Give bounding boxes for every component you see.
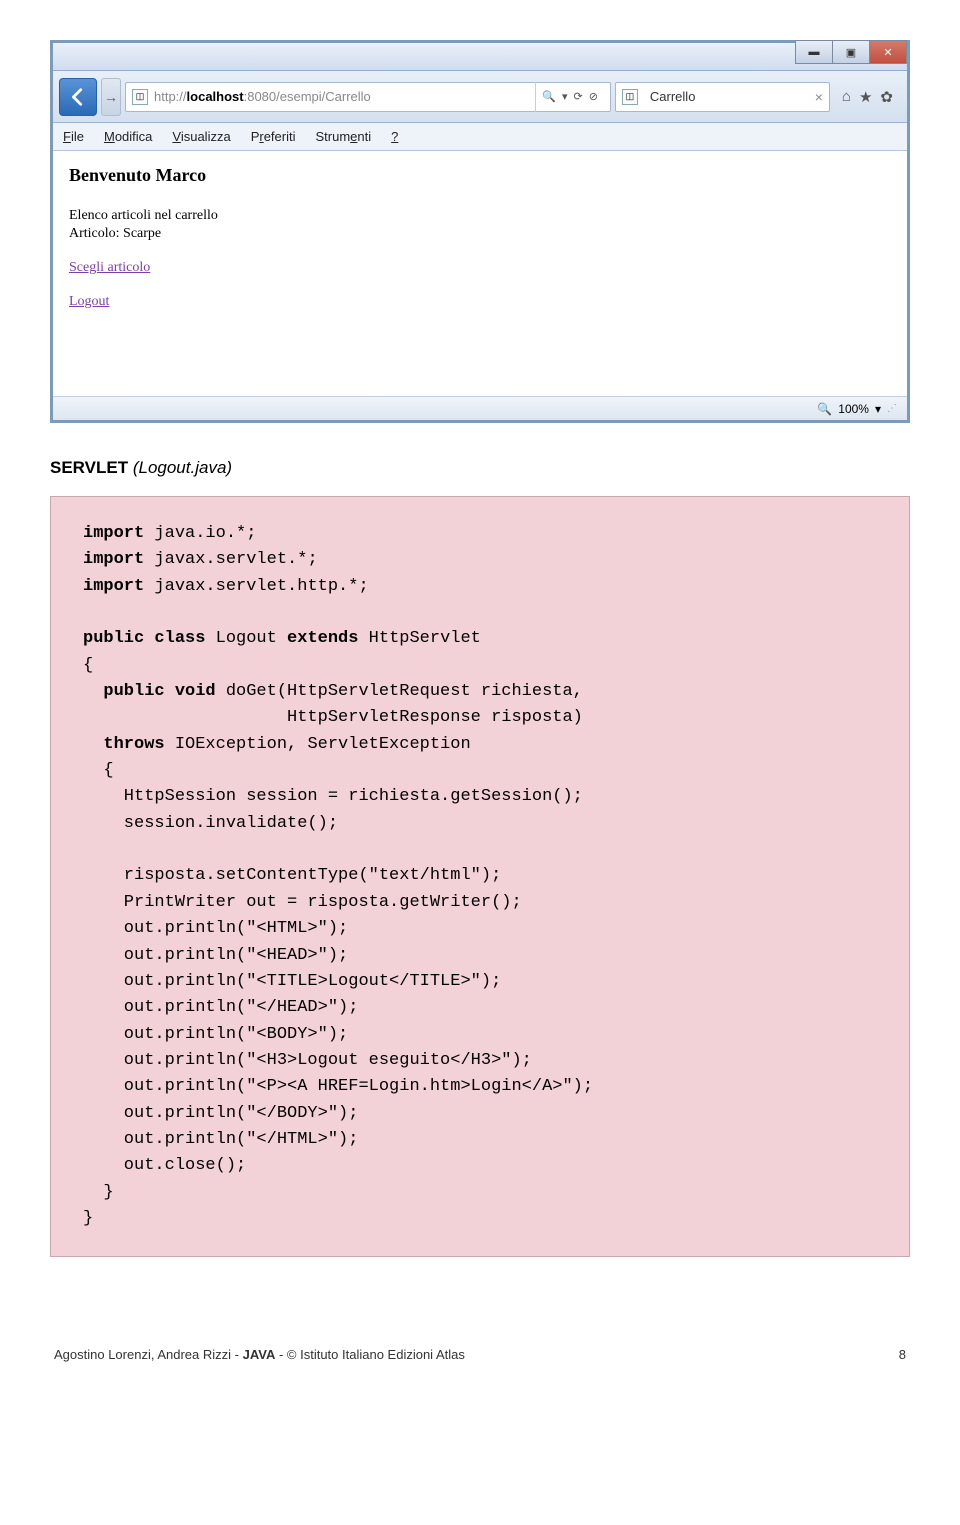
favorites-icon[interactable]: ★ [859,88,872,106]
tab-title: Carrello [650,89,809,104]
search-icon[interactable]: 🔍 [540,90,558,103]
menubar: File Modifica Visualizza Preferiti Strum… [53,123,907,151]
page-content: Benvenuto Marco Elenco articoli nel carr… [53,151,907,396]
tab-icon: ◫ [622,89,638,105]
cart-item: Articolo: Scarpe [69,226,891,242]
titlebar: ▬ ▣ ✕ [53,43,907,71]
dropdown-icon[interactable]: ▾ [560,90,570,103]
browser-window: ▬ ▣ ✕ → ◫ http://localhost:8080/esempi/C… [50,40,910,423]
statusbar: 🔍 100% ▾ ⋰ [53,396,907,420]
page-footer: Agostino Lorenzi, Andrea Rizzi - JAVA - … [50,1347,910,1362]
url-text: http://localhost:8080/esempi/Carrello [154,89,371,104]
zoom-dropdown-icon[interactable]: ▾ [875,402,881,416]
zoom-level: 100% [838,402,869,416]
menu-visualizza[interactable]: Visualizza [172,129,230,144]
maximize-button[interactable]: ▣ [832,40,870,64]
menu-preferiti[interactable]: Preferiti [251,129,296,144]
cart-list-label: Elenco articoli nel carrello [69,208,891,224]
code-block: import java.io.*; import javax.servlet.*… [50,496,910,1257]
forward-button[interactable]: → [101,78,121,116]
page-number: 8 [899,1347,906,1362]
site-icon: ◫ [132,89,148,105]
logout-link[interactable]: Logout [69,294,891,310]
page-heading: Benvenuto Marco [69,165,891,186]
menu-modifica[interactable]: Modifica [104,129,152,144]
close-button[interactable]: ✕ [869,40,907,64]
browser-tab[interactable]: ◫ Carrello × [615,82,830,112]
refresh-icon[interactable]: ⟳ [571,90,584,103]
address-actions: 🔍 ▾ ⟳ ⊘ [535,82,604,112]
resize-grip[interactable]: ⋰ [887,403,895,414]
home-icon[interactable]: ⌂ [842,88,851,106]
address-bar[interactable]: ◫ http://localhost:8080/esempi/Carrello … [125,82,611,112]
zoom-icon[interactable]: 🔍 [817,402,832,416]
menu-file[interactable]: File [63,129,84,144]
section-heading: SERVLET (Logout.java) [50,458,910,478]
back-button[interactable] [59,78,97,116]
toolbar-icons: ⌂ ★ ✿ [834,88,901,106]
settings-icon[interactable]: ✿ [880,88,893,106]
menu-strumenti[interactable]: Strumenti [316,129,372,144]
choose-article-link[interactable]: Scegli articolo [69,260,891,276]
minimize-button[interactable]: ▬ [795,40,833,64]
stop-icon[interactable]: ⊘ [587,90,600,103]
navbar: → ◫ http://localhost:8080/esempi/Carrell… [53,71,907,123]
tab-close-icon[interactable]: × [815,89,823,105]
menu-help[interactable]: ? [391,129,398,144]
footer-credits: Agostino Lorenzi, Andrea Rizzi - JAVA - … [54,1347,465,1362]
